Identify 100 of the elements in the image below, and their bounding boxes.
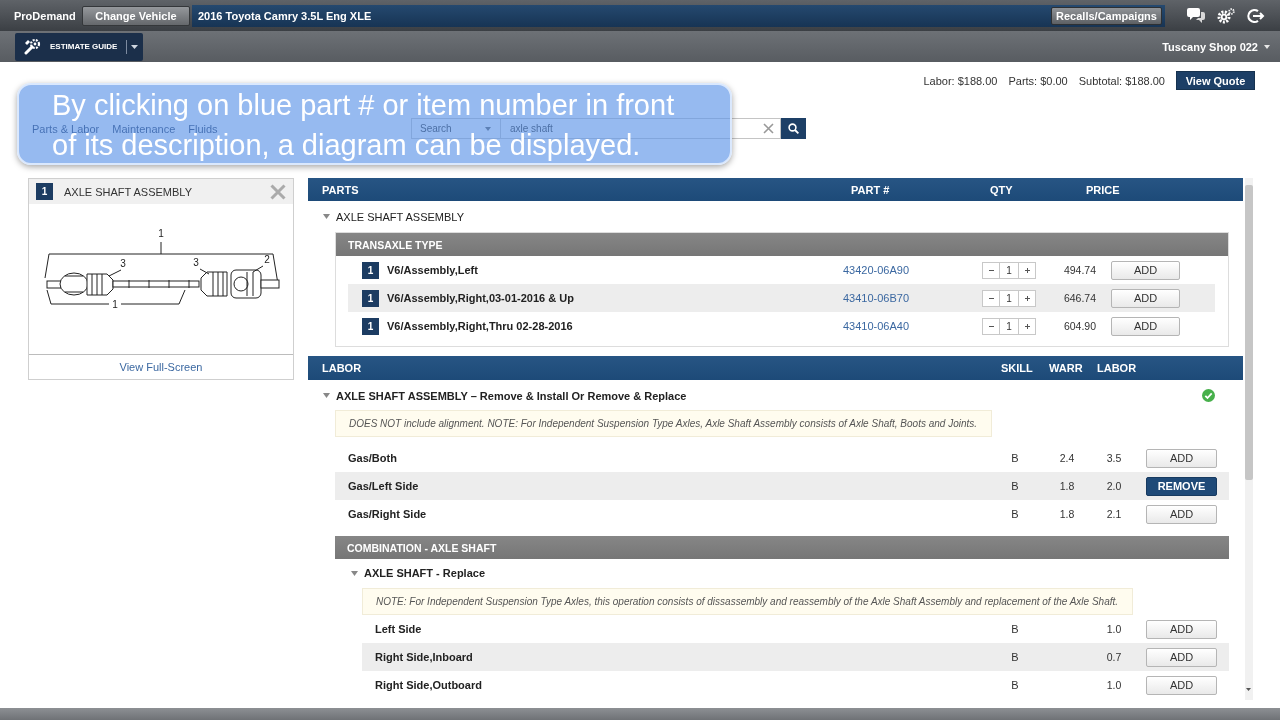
part-number-link[interactable]: 43410-06B70 [843, 292, 982, 304]
labor-item: Gas/Right Side [348, 508, 428, 520]
estimate-guide-button[interactable]: ESTIMATE GUIDE [15, 32, 143, 61]
search-button[interactable] [781, 118, 806, 139]
warranty-hours: 2.4 [1058, 452, 1076, 464]
parts-total: Parts: $0.00 [1008, 74, 1068, 87]
inner-boot [86, 273, 114, 296]
search-icon [788, 123, 799, 134]
add-button[interactable]: ADD [1111, 316, 1180, 336]
skill-level: B [1010, 679, 1020, 691]
callout-label: 1 [112, 299, 118, 310]
callout-label: 1 [158, 228, 164, 239]
labor-hours: 1.0 [1105, 679, 1123, 691]
column-header: LABOR [322, 362, 363, 374]
change-vehicle-button[interactable]: Change Vehicle [82, 5, 190, 26]
skill-level: B [1010, 651, 1020, 663]
item-number[interactable]: 1 [36, 183, 53, 200]
column-header: PARTS [322, 183, 360, 196]
subtotal: Subtotal: $188.00 [1078, 74, 1165, 87]
quantity-field[interactable]: 1 [1000, 317, 1018, 335]
group-title[interactable]: AXLE SHAFT ASSEMBLY [336, 210, 464, 223]
column-header: PRICE [1086, 183, 1121, 196]
close-icon[interactable] [270, 183, 286, 200]
column-header: LABOR [1097, 362, 1138, 374]
labor-hours: 2.0 [1105, 480, 1123, 492]
operation-title[interactable]: AXLE SHAFT - Replace [364, 567, 486, 579]
outer-cv-joint [230, 269, 280, 299]
price: 604.90 [1062, 320, 1097, 332]
leader-line [252, 265, 264, 273]
column-header: PART # [851, 183, 891, 196]
price: 646.74 [1062, 292, 1097, 304]
scroll-down-icon[interactable] [1246, 688, 1251, 691]
view-quote-button[interactable]: View Quote [1176, 71, 1255, 90]
plus-icon [1024, 323, 1030, 329]
add-button[interactable]: ADD [1111, 288, 1180, 308]
scrollbar[interactable] [1245, 178, 1253, 700]
view-full-screen-link[interactable]: View Full-Screen [119, 361, 203, 373]
labor-item: Gas/Both [348, 452, 398, 464]
labor-item: Left Side [375, 623, 423, 635]
item-number[interactable]: 1 [362, 289, 379, 307]
callout-label: 2 [264, 254, 270, 265]
diagram-title: AXLE SHAFT ASSEMBLY [64, 185, 192, 198]
remove-button[interactable]: REMOVE [1146, 476, 1217, 496]
quantity-field[interactable]: 1 [1000, 261, 1018, 279]
increase-button[interactable] [1018, 261, 1036, 279]
plus-icon [1024, 267, 1030, 273]
minus-icon [988, 297, 994, 299]
outer-boot [200, 271, 228, 297]
clear-icon [762, 123, 774, 134]
minus-icon [988, 325, 994, 327]
add-button[interactable]: ADD [1146, 504, 1217, 524]
recalls-button[interactable]: Recalls/Campaigns [1051, 6, 1162, 25]
increase-button[interactable] [1018, 317, 1036, 335]
expand-icon[interactable] [351, 569, 358, 577]
labor-hours: 1.0 [1105, 623, 1123, 635]
inner-cv-joint [46, 272, 89, 296]
vehicle-title: 2016 Toyota Camry 3.5L Eng XLE [198, 9, 372, 22]
brand-name: ProDemand [14, 9, 77, 22]
labor-item: Right Side,Inboard [375, 651, 474, 663]
part-description: V6/Assembly,Right,03-01-2016 & Up [387, 292, 575, 304]
labor-total: Labor: $188.00 [923, 74, 998, 87]
plus-icon [1024, 295, 1030, 301]
warranty-hours: 1.8 [1058, 480, 1076, 492]
labor-item: Right Side,Outboard [375, 679, 483, 691]
operation-note: DOES NOT include alignment. NOTE: For Independent Suspension Type Axles, Axle Shaft Assembly consists of Axle Shaft, Boots and Joints. [335, 410, 993, 437]
callout-label: 3 [193, 257, 199, 268]
scrollbar-thumb[interactable] [1245, 185, 1253, 480]
add-button[interactable]: ADD [1146, 619, 1217, 639]
add-button[interactable]: ADD [1111, 260, 1180, 280]
skill-level: B [1010, 508, 1020, 520]
expand-icon[interactable] [323, 213, 330, 220]
skill-level: B [1010, 623, 1020, 635]
expand-icon[interactable] [323, 392, 330, 399]
skill-level: B [1010, 452, 1020, 464]
part-number-link[interactable]: 43420-06A90 [843, 264, 982, 276]
part-description: V6/Assembly,Right,Thru 02-28-2016 [387, 320, 574, 332]
price: 494.74 [1062, 264, 1097, 276]
tools-icon [24, 38, 41, 55]
shop-dropdown[interactable]: Tuscany Shop 022 [1162, 40, 1270, 53]
item-number[interactable]: 1 [362, 317, 379, 335]
chat-icon[interactable] [1187, 8, 1205, 23]
quantity-field[interactable]: 1 [1000, 289, 1018, 307]
settings-icon[interactable] [1217, 7, 1235, 24]
add-button[interactable]: ADD [1146, 647, 1217, 667]
exit-icon[interactable] [1247, 7, 1265, 24]
column-header: WARR [1049, 362, 1084, 374]
increase-button[interactable] [1018, 289, 1036, 307]
part-number-link[interactable]: 43410-06A40 [843, 320, 982, 332]
section-title: TRANSAXLE TYPE [348, 238, 443, 251]
labor-item: Gas/Left Side [348, 480, 420, 492]
operation-title[interactable]: AXLE SHAFT ASSEMBLY – Remove & Install Or Remove & Replace [336, 389, 687, 402]
minus-icon [988, 269, 994, 271]
labor-hours: 2.1 [1105, 508, 1123, 520]
add-button[interactable]: ADD [1146, 448, 1217, 468]
part-description: V6/Assembly,Left [387, 264, 479, 276]
skill-level: B [1010, 480, 1020, 492]
add-button[interactable]: ADD [1146, 675, 1217, 695]
labor-hours: 3.5 [1105, 452, 1123, 464]
warranty-hours: 1.8 [1058, 508, 1076, 520]
item-number[interactable]: 1 [362, 261, 379, 279]
